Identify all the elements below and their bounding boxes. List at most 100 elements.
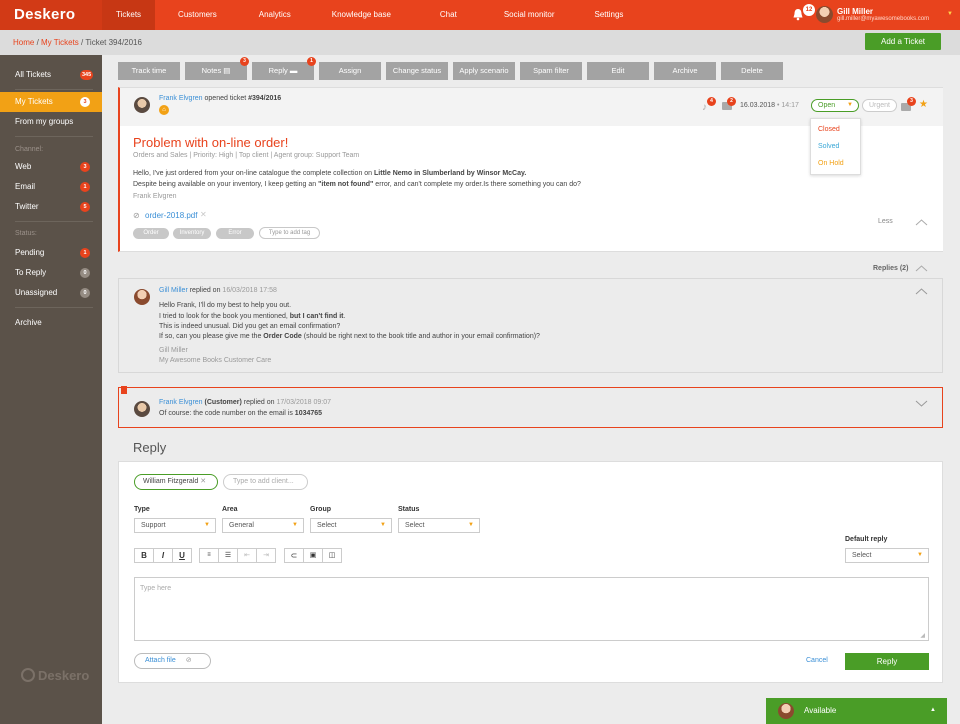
note-icon: ▤ (223, 66, 231, 75)
video-icon[interactable]: ◫ (322, 548, 342, 563)
customer-reply-meta: Frank Elvgren (Customer) replied on 17/0… (159, 399, 331, 406)
chevron-up-icon[interactable]: ▲ (930, 707, 936, 713)
ticket-signature: Frank Elvgren (133, 193, 177, 200)
user-avatar[interactable] (816, 6, 833, 23)
count-badge: 0 (80, 288, 90, 298)
submit-reply-button[interactable]: Reply (845, 653, 929, 670)
italic-icon[interactable]: I (153, 548, 173, 563)
close-icon[interactable]: ✕ (200, 478, 206, 485)
ordered-list-icon[interactable]: ≡ (199, 548, 219, 563)
status-dropdown: Closed Solved On Hold (810, 118, 861, 175)
status-select[interactable]: Open ▼ (811, 99, 859, 112)
tag-error[interactable]: Error (216, 228, 254, 239)
notes-button[interactable]: Notes ▤ 3 (185, 57, 249, 80)
less-toggle[interactable]: Less (878, 218, 893, 225)
assign-button[interactable]: Assign (319, 62, 381, 80)
archive-button[interactable]: Archive (654, 62, 716, 80)
recipient-chip[interactable]: William Fitzgerald ✕ (134, 474, 218, 490)
cancel-button[interactable]: Cancel (806, 657, 828, 664)
sidebar-item-archive[interactable]: Archive (0, 313, 102, 333)
sidebar-item-email[interactable]: Email 1 (0, 177, 102, 197)
breadcrumb-sep: / (34, 38, 42, 47)
body-text: error, and can't complete my order.Is th… (373, 181, 581, 188)
area-select[interactable]: General ▼ (222, 518, 304, 533)
reply-bold: 1034765 (294, 410, 323, 417)
nav-settings[interactable]: Settings (575, 0, 644, 30)
chevron-up-icon[interactable] (915, 264, 928, 272)
reply-author-link[interactable]: Gill Miller (159, 287, 188, 294)
nav-analytics[interactable]: Analytics (240, 0, 310, 30)
star-icon[interactable]: ★ (919, 99, 928, 110)
attachment-link[interactable]: order-2018.pdf (145, 211, 197, 220)
attach-file-button[interactable]: Attach file ⊘ (134, 653, 211, 669)
reply-text: If so, can you please give me the (159, 333, 264, 340)
group-select[interactable]: Select ▼ (310, 518, 392, 533)
add-ticket-button[interactable]: Add a Ticket (865, 33, 941, 50)
customer-author-link[interactable]: Frank Elvgren (159, 399, 203, 406)
replies-count[interactable]: Replies (2) (873, 265, 908, 272)
spam-filter-button[interactable]: Spam filter (520, 62, 582, 80)
add-client-input[interactable]: Type to add client... (223, 474, 308, 490)
change-status-button[interactable]: Change status (386, 62, 448, 80)
indent-icon[interactable]: ⇥ (256, 548, 276, 563)
top-bar: Deskero Tickets Customers Analytics Know… (0, 0, 960, 30)
ticket-author-link[interactable]: Frank Elvgren (159, 95, 203, 102)
type-select[interactable]: Support ▼ (134, 518, 216, 533)
sidebar-item-twitter[interactable]: Twitter 5 (0, 197, 102, 217)
tag-order[interactable]: Order (133, 228, 169, 239)
status-value: Open (818, 102, 836, 109)
track-time-button[interactable]: Track time (118, 62, 180, 80)
sidebar-item-label: Pending (15, 248, 45, 257)
apply-scenario-button[interactable]: Apply scenario (453, 62, 515, 80)
opened-text: opened ticket (202, 95, 249, 102)
user-name[interactable]: Gill Miller (837, 7, 873, 16)
sidebar-item-pending[interactable]: Pending 1 (0, 243, 102, 263)
delete-button[interactable]: Delete (721, 62, 783, 80)
bold-icon[interactable]: B (134, 548, 154, 563)
chevron-up-icon[interactable] (915, 218, 928, 226)
chevron-down-icon[interactable] (915, 400, 928, 408)
availability-widget[interactable]: Available ▲ (766, 698, 947, 724)
sidebar-item-my-tickets[interactable]: My Tickets 3 (0, 92, 102, 112)
nav-chat[interactable]: Chat (413, 0, 484, 30)
divider (15, 136, 93, 137)
nav-tickets[interactable]: Tickets (102, 0, 156, 30)
chevron-up-icon[interactable] (915, 287, 928, 295)
status-option-closed[interactable]: Closed (818, 126, 840, 133)
edit-button[interactable]: Edit (587, 62, 649, 80)
ticket-body-line-2: Despite being available on your inventor… (133, 181, 581, 188)
paperclip-icon: ⊘ (185, 657, 192, 664)
divider (15, 307, 93, 308)
close-icon[interactable]: ✕ (200, 210, 207, 219)
link-icon[interactable]: ⊂ (284, 548, 304, 563)
status-option-on-hold[interactable]: On Hold (818, 160, 844, 167)
tag-inventory[interactable]: Inventory (173, 228, 211, 239)
status-select-form[interactable]: Select ▼ (398, 518, 480, 533)
urgent-toggle[interactable]: Urgent (862, 99, 897, 112)
outdent-icon[interactable]: ⇤ (237, 548, 257, 563)
underline-icon[interactable]: U (172, 548, 192, 563)
reply-textarea[interactable]: Type here ◢ (134, 577, 929, 641)
breadcrumb-my-tickets[interactable]: My Tickets (41, 38, 79, 47)
bell-icon[interactable]: ♪ (702, 102, 707, 113)
nav-knowledge-base[interactable]: Knowledge base (310, 0, 413, 30)
add-tag-input[interactable]: Type to add tag (259, 227, 320, 239)
sidebar-item-to-reply[interactable]: To Reply 0 (0, 263, 102, 283)
sidebar-item-from-my-groups[interactable]: From my groups (0, 112, 102, 132)
sidebar-item-all-tickets[interactable]: All Tickets 345 (0, 65, 102, 85)
chevron-down-icon[interactable]: ▼ (947, 11, 953, 17)
default-reply-select[interactable]: Select ▼ (845, 548, 929, 563)
ticket-number: #394/2016 (248, 95, 282, 102)
sidebar-item-unassigned[interactable]: Unassigned 0 (0, 283, 102, 303)
sidebar-item-web[interactable]: Web 3 (0, 157, 102, 177)
bullet-list-icon[interactable]: ☰ (218, 548, 238, 563)
reply-toolbar-button[interactable]: Reply ▬ 1 (252, 57, 316, 80)
nav-customers[interactable]: Customers (155, 0, 240, 30)
breadcrumb-home[interactable]: Home (13, 38, 34, 47)
agent-avatar (134, 289, 150, 305)
status-option-solved[interactable]: Solved (818, 143, 839, 150)
app-logo[interactable]: Deskero (0, 0, 102, 30)
resize-handle-icon[interactable]: ◢ (920, 632, 925, 639)
image-icon[interactable]: ▣ (303, 548, 323, 563)
nav-social-monitor[interactable]: Social monitor (484, 0, 575, 30)
